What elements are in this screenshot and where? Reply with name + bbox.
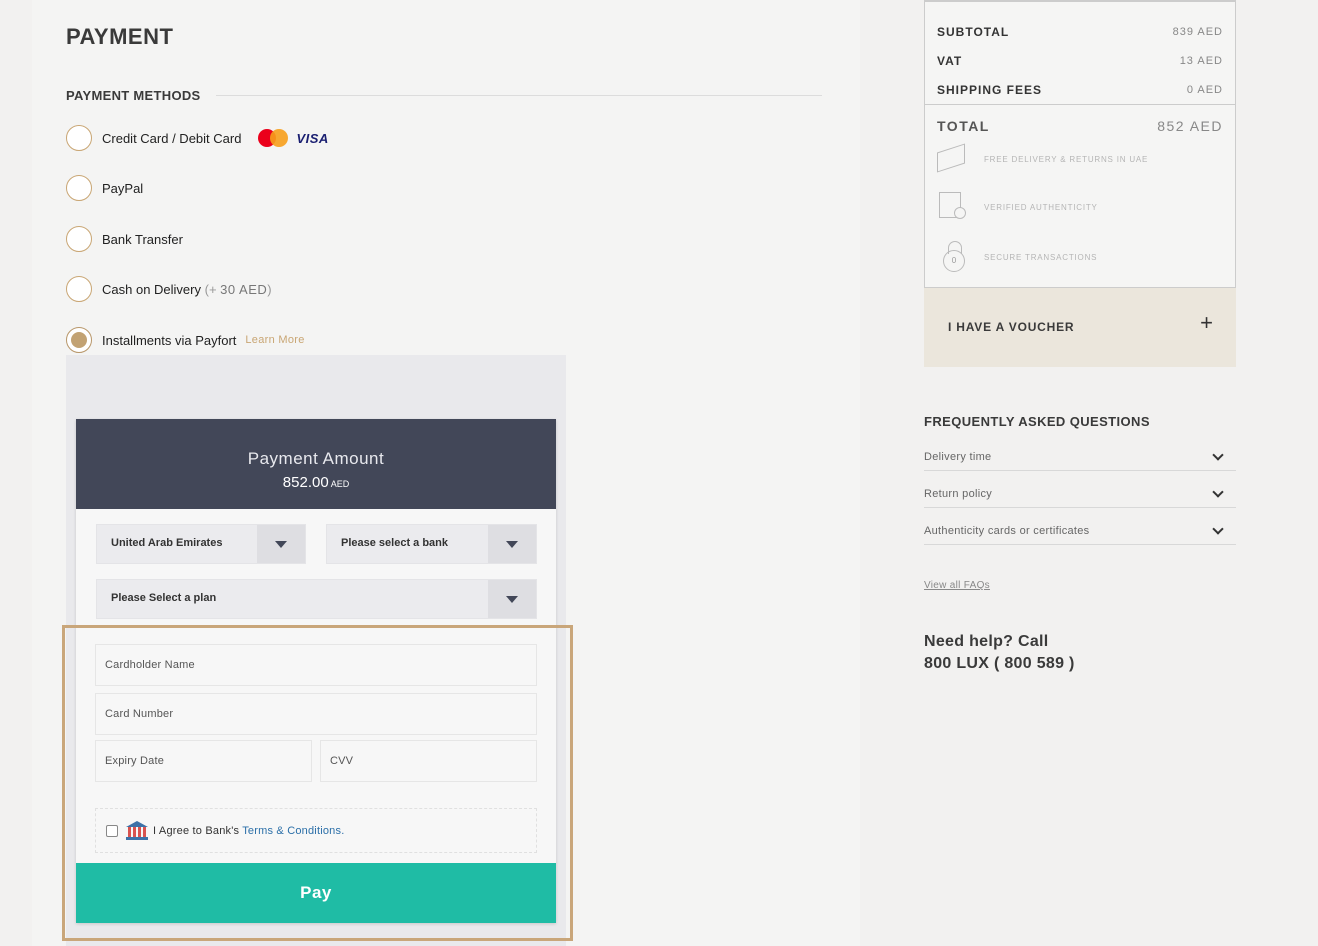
shipping-row: SHIPPING FEES 0 AED bbox=[937, 83, 1223, 97]
faq-item-return[interactable]: Return policy bbox=[924, 486, 1236, 508]
perk-free-delivery: FREE DELIVERY & RETURNS IN UAE bbox=[935, 141, 1148, 177]
radio-cash-on-delivery[interactable] bbox=[66, 276, 92, 302]
plan-select[interactable]: Please Select a plan bbox=[96, 579, 537, 619]
bank-select[interactable]: Please select a bank bbox=[326, 524, 537, 564]
visa-icon: VISA bbox=[296, 130, 329, 146]
divider bbox=[925, 104, 1235, 105]
chevron-down-icon[interactable] bbox=[488, 580, 536, 618]
chevron-down-icon[interactable] bbox=[488, 525, 536, 563]
method-label: Installments via Payfort bbox=[102, 332, 237, 348]
chevron-down-icon[interactable] bbox=[1212, 449, 1224, 461]
certificate-icon bbox=[935, 190, 969, 224]
perk-authenticity: VERIFIED AUTHENTICITY bbox=[935, 189, 1098, 225]
method-label: PayPal bbox=[102, 180, 144, 196]
plus-icon[interactable]: + bbox=[1200, 310, 1213, 336]
mastercard-icon bbox=[258, 129, 289, 147]
radio-paypal[interactable] bbox=[66, 175, 92, 201]
payment-methods-heading: PAYMENT METHODS bbox=[66, 88, 201, 103]
radio-installments[interactable] bbox=[66, 327, 92, 353]
learn-more-link[interactable]: Learn More bbox=[245, 334, 304, 346]
view-all-faqs-link[interactable]: View all FAQs bbox=[924, 580, 990, 591]
radio-bank-transfer[interactable] bbox=[66, 226, 92, 252]
total-row: TOTAL 852 AED bbox=[937, 118, 1223, 134]
voucher-toggle[interactable]: I HAVE A VOUCHER + bbox=[924, 288, 1236, 367]
faq-item-authenticity[interactable]: Authenticity cards or certificates bbox=[924, 523, 1236, 545]
payment-amount-header: Payment Amount 852.00 AED bbox=[76, 419, 556, 509]
payment-method-cash-on-delivery[interactable]: Cash on Delivery (+ 30 AED) bbox=[66, 275, 272, 303]
payment-method-installments[interactable]: Installments via Payfort Learn More bbox=[66, 326, 305, 354]
method-label: Cash on Delivery bbox=[102, 281, 201, 297]
country-select[interactable]: United Arab Emirates bbox=[96, 524, 306, 564]
payment-amount-value: 852.00 AED bbox=[282, 474, 350, 491]
faq-heading: FREQUENTLY ASKED QUESTIONS bbox=[924, 414, 1150, 429]
radio-credit-card[interactable] bbox=[66, 125, 92, 151]
cod-fee: (+ 30 AED) bbox=[204, 281, 272, 297]
box-icon bbox=[935, 142, 969, 176]
method-label: Bank Transfer bbox=[102, 231, 183, 247]
payment-method-credit-card[interactable]: Credit Card / Debit Card VISA bbox=[66, 124, 329, 152]
payment-method-paypal[interactable]: PayPal bbox=[66, 174, 143, 202]
divider bbox=[216, 95, 822, 96]
chevron-down-icon[interactable] bbox=[1212, 523, 1224, 535]
vat-row: VAT 13 AED bbox=[937, 54, 1223, 68]
perk-secure: 0 SECURE TRANSACTIONS bbox=[935, 239, 1097, 275]
subtotal-row: SUBTOTAL 839 AED bbox=[937, 25, 1223, 39]
chevron-down-icon[interactable] bbox=[1212, 486, 1224, 498]
lock-icon: 0 bbox=[935, 240, 969, 274]
order-summary: SUBTOTAL 839 AED VAT 13 AED SHIPPING FEE… bbox=[924, 0, 1236, 288]
faq-item-delivery[interactable]: Delivery time bbox=[924, 449, 1236, 471]
voucher-label: I HAVE A VOUCHER bbox=[948, 320, 1075, 334]
highlight-frame bbox=[62, 625, 573, 941]
payment-method-bank-transfer[interactable]: Bank Transfer bbox=[66, 225, 183, 253]
chevron-down-icon[interactable] bbox=[257, 525, 305, 563]
method-label: Credit Card / Debit Card bbox=[102, 130, 242, 146]
help-contact: Need help? Call 800 LUX ( 800 589 ) bbox=[924, 633, 1075, 672]
page-title: PAYMENT bbox=[66, 24, 174, 49]
payment-amount-title: Payment Amount bbox=[247, 449, 385, 468]
